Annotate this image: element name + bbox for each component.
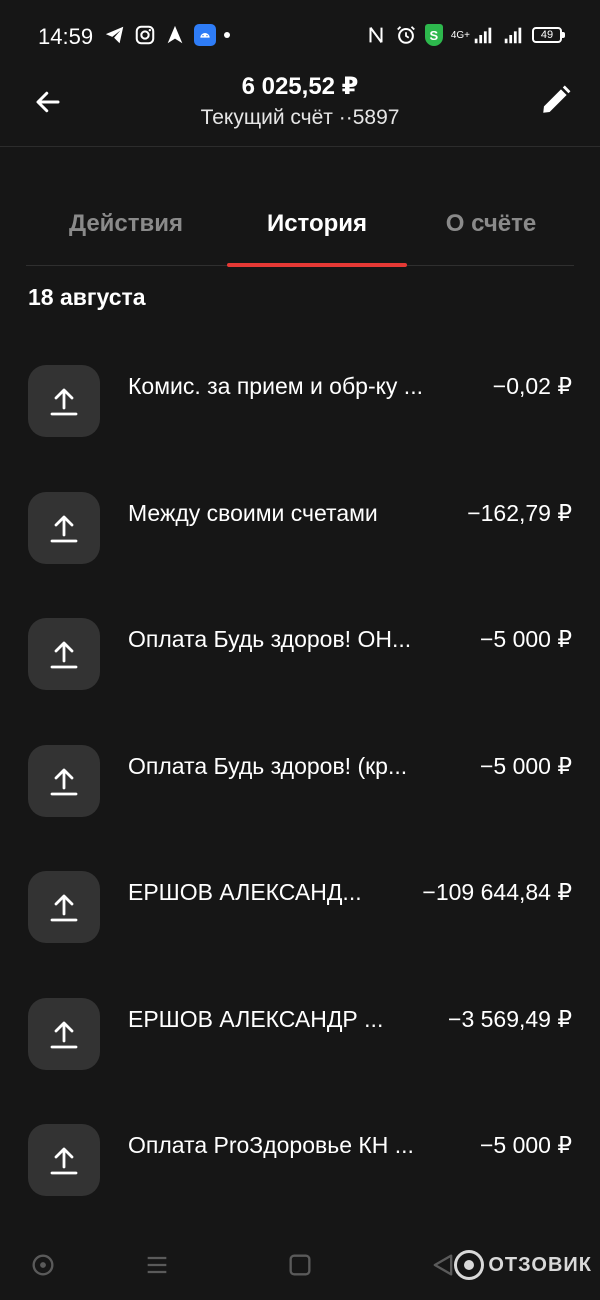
transaction-amount: −162,79 ₽ — [467, 499, 572, 526]
nav-recents-button[interactable] — [142, 1250, 172, 1280]
upload-arrow-icon — [28, 1124, 100, 1196]
status-bar: 14:59 S 4G+ 49 — [0, 0, 600, 72]
transaction-title: ЕРШОВ АЛЕКСАНДР ... — [128, 1005, 384, 1032]
upload-arrow-icon — [28, 365, 100, 437]
telegram-icon — [104, 24, 126, 46]
signal-1-icon — [472, 24, 494, 46]
active-tab-indicator — [227, 263, 407, 267]
transaction-title: Оплата Будь здоров! ОН... — [128, 626, 412, 652]
upload-arrow-icon — [28, 491, 100, 564]
transaction-amount: −5 000 ₽ — [479, 752, 572, 779]
transaction-title: ЕРШОВ АЛЕКСАНД... — [128, 879, 362, 905]
transaction-row[interactable]: Оплата Будь здоров! ОН... −5 000 ₽ — [0, 618, 600, 745]
transaction-title: Оплата ProЗдоровье КН ... — [128, 1132, 414, 1158]
status-system-icons: S 4G+ 49 — [365, 24, 565, 46]
transaction-row[interactable]: ЕРШОВ АЛЕКСАНД... −109 644,84 ₽ — [0, 871, 600, 998]
instagram-icon — [134, 24, 156, 46]
account-name: Текущий счёт ··5897 — [200, 106, 400, 129]
navigation-arrow-icon — [164, 24, 186, 46]
alarm-icon — [395, 24, 417, 46]
watermark-text: ОТЗОВИК — [488, 1253, 592, 1276]
security-shield-icon: S — [424, 24, 443, 46]
android-icon — [194, 24, 216, 46]
tab-about-account[interactable]: О счёте — [408, 210, 574, 238]
triangle-back-icon — [433, 1254, 453, 1276]
transaction-title: Оплата Будь здоров! (кр... — [128, 752, 408, 779]
transaction-amount: −5 000 ₽ — [479, 626, 572, 652]
pencil-icon — [543, 85, 571, 113]
transaction-amount: −3 569,49 ₽ — [448, 1005, 572, 1032]
transaction-row[interactable]: Между своими счетами −162,79 ₽ — [0, 491, 600, 619]
transaction-row[interactable]: Оплата Будь здоров! (кр... −5 000 ₽ — [0, 744, 600, 872]
network-type-label: 4G+ — [450, 29, 470, 41]
transaction-row[interactable]: Комис. за прием и обр-ку ... −0,02 ₽ — [0, 365, 600, 492]
upload-arrow-icon — [28, 997, 100, 1070]
transaction-amount: −0,02 ₽ — [492, 373, 572, 399]
history-date-header: 18 августа — [28, 284, 146, 310]
battery-icon: 49 — [532, 27, 565, 43]
signal-2-icon — [502, 24, 524, 46]
header-divider — [0, 146, 600, 147]
upload-arrow-icon — [28, 618, 100, 690]
nav-assistant-button[interactable] — [28, 1250, 58, 1280]
upload-arrow-icon — [28, 871, 100, 943]
more-notifications-dot-icon — [224, 32, 230, 38]
tab-history[interactable]: История — [226, 210, 408, 238]
transaction-row[interactable]: ЕРШОВ АЛЕКСАНДР ... −3 569,49 ₽ — [0, 997, 600, 1125]
otzovik-logo-icon — [454, 1250, 485, 1280]
menu-lines-icon — [147, 1256, 167, 1274]
nav-home-button[interactable] — [285, 1250, 315, 1280]
account-tabs: Действия История О счёте — [26, 190, 574, 267]
account-balance: 6 025,52 ₽ — [241, 73, 359, 100]
otzovik-watermark: ОТЗОВИК — [454, 1250, 592, 1280]
transaction-title: Комис. за прием и обр-ку ... — [128, 373, 423, 399]
circle-dot-icon — [32, 1254, 54, 1276]
nfc-icon — [365, 24, 387, 46]
transaction-title: Между своими счетами — [128, 499, 378, 526]
transaction-list: Комис. за прием и обр-ку ... −0,02 ₽ Меж… — [0, 365, 600, 1251]
status-notification-icons — [104, 24, 230, 46]
transaction-amount: −5 000 ₽ — [479, 1132, 572, 1158]
transaction-amount: −109 644,84 ₽ — [422, 879, 572, 905]
edit-button[interactable] — [536, 80, 576, 120]
status-time: 14:59 — [38, 24, 94, 49]
account-header: 6 025,52 ₽ Текущий счёт ··5897 — [0, 66, 600, 146]
tab-actions[interactable]: Действия — [26, 210, 226, 238]
square-icon — [289, 1254, 311, 1276]
upload-arrow-icon — [28, 744, 100, 817]
